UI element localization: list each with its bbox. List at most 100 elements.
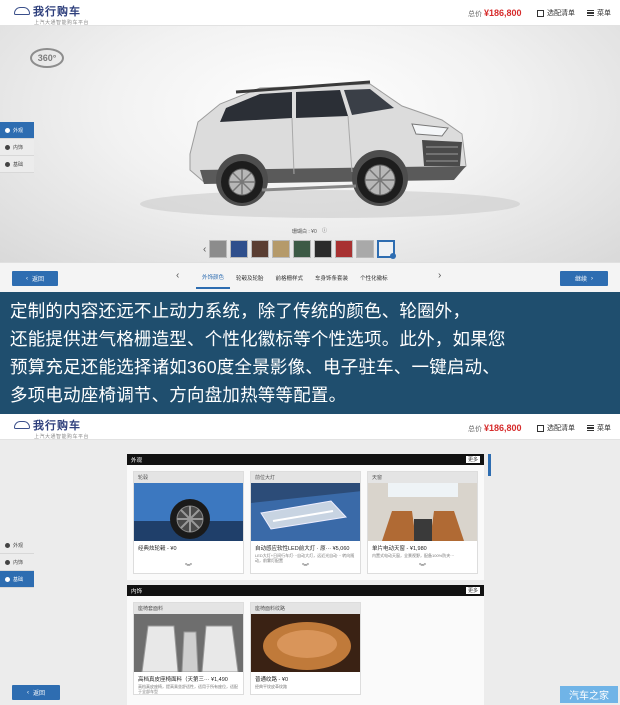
back-button[interactable]: ‹ 返回 xyxy=(12,685,60,700)
caption-line: 多项电动座椅调节、方向盘加热等等配置。 xyxy=(10,385,347,405)
config-list-link[interactable]: 选配清单 xyxy=(537,423,575,433)
color-swatch[interactable] xyxy=(209,240,228,258)
gear-icon xyxy=(5,161,10,167)
side-item-label: 外观 xyxy=(13,127,24,134)
side-item-interior[interactable]: 内饰 xyxy=(0,554,34,571)
menu-button[interactable]: 菜单 xyxy=(587,8,611,18)
color-swatch[interactable] xyxy=(356,240,375,258)
list-icon xyxy=(537,424,544,432)
color-swatch[interactable] xyxy=(230,240,249,258)
hamburger-icon xyxy=(587,425,594,431)
color-swatches: ‹ xyxy=(203,240,397,259)
bottom-bar: ‹ 返回 ‹ 外饰颜色 轮毂及轮胎 前格栅样式 车身饰条套装 个性化徽标 › 继… xyxy=(0,262,620,292)
viewer-side-menu: 外观 内饰 基础 xyxy=(0,122,34,173)
chevron-down-icon[interactable]: ︾ xyxy=(134,563,243,573)
options-page: 外观 内饰 基础 外观 更多 轮毂 经典炫轮毂 - ¥0 ︾ 前位大灯 自动感应… xyxy=(0,440,620,705)
chevron-left-icon: ‹ xyxy=(26,689,29,696)
tab-exterior-color[interactable]: 外饰颜色 xyxy=(196,267,231,289)
card-title: 座椅面料纹路 xyxy=(251,603,360,614)
side-item-exterior[interactable]: 外观 xyxy=(0,537,34,554)
swatch-prev-arrow[interactable]: ‹ xyxy=(203,244,206,255)
article-caption: 定制的内容还远不止动力系统，除了传统的颜色、轮圈外， 还能提供进气格栅造型、个性… xyxy=(0,292,620,414)
menu-label: 菜单 xyxy=(597,10,611,17)
color-swatch[interactable] xyxy=(293,240,312,258)
price-label: 总价 xyxy=(468,426,482,433)
chevron-down-icon[interactable]: ︾ xyxy=(251,563,360,573)
car-viewer[interactable]: 360° 外观 内饰 基础 珊瑚白: ¥0 ⓘ ‹ xyxy=(0,26,620,262)
brand-logo[interactable]: 我行购车 上汽大通智能购车平台 xyxy=(14,417,89,440)
brand-tagline: 上汽大通智能购车平台 xyxy=(34,434,90,440)
card-desc: 内置式电动天窗，全景视野，配备100%防夹··· xyxy=(372,553,455,558)
section-header: 外观 更多 xyxy=(127,454,484,465)
back-button[interactable]: ‹ 返回 xyxy=(12,271,58,286)
scrollbar[interactable] xyxy=(488,454,491,476)
caption-line: 预算充足还能选择诸如360度全景影像、电子驻车、一键启动、 xyxy=(10,357,500,377)
chevron-down-icon[interactable]: ︾ xyxy=(368,563,477,573)
seat-icon xyxy=(5,559,10,565)
info-icon[interactable]: ⓘ xyxy=(322,227,327,234)
brand-name: 我行购车 xyxy=(33,6,81,18)
side-item-exterior[interactable]: 外观 xyxy=(0,122,34,139)
price-value: ¥186,800 xyxy=(484,423,522,433)
brand-tagline: 上汽大通智能购车平台 xyxy=(34,20,90,26)
card-title: 座椅套面料 xyxy=(134,603,243,614)
option-card[interactable]: 轮毂 经典炫轮毂 - ¥0 ︾ xyxy=(133,471,244,574)
card-desc xyxy=(134,553,243,563)
side-item-label: 内饰 xyxy=(13,559,24,566)
option-card[interactable]: 座椅面料纹路 普通纹路 - ¥0 经典平纹皮革纹路 xyxy=(250,602,361,695)
card-desc: 高档真皮座椅，提高乘坐舒适性，适用于所有座位，适配于全部车型 xyxy=(138,684,238,694)
section-title: 外观 xyxy=(131,457,143,464)
options-side-menu: 外观 内饰 基础 xyxy=(0,537,34,588)
tab-badge[interactable]: 个性化徽标 xyxy=(354,267,394,289)
next-label: 继续 xyxy=(574,277,587,283)
price-label: 总价 xyxy=(468,11,482,18)
color-swatch[interactable] xyxy=(377,240,397,259)
exterior-section: 外观 更多 轮毂 经典炫轮毂 - ¥0 ︾ 前位大灯 自动感应软性LED前大灯 … xyxy=(127,454,484,580)
headlight-image xyxy=(251,483,360,541)
brand-logo[interactable]: 我行购车 上汽大通智能购车平台 xyxy=(14,3,89,26)
lower-header: 我行购车 上汽大通智能购车平台 总价 ¥186,800 选配清单 菜单 xyxy=(0,414,620,440)
option-card[interactable]: 前位大灯 自动感应软性LED前大灯 · 原··· ¥5,060 LED大灯+日间… xyxy=(250,471,361,574)
card-name: 经典炫轮毂 - ¥0 xyxy=(138,546,177,552)
card-name: 自动感应软性LED前大灯 · 原··· ¥5,060 xyxy=(255,546,350,552)
price-value: ¥186,800 xyxy=(484,8,522,18)
side-item-basic[interactable]: 基础 xyxy=(0,156,34,173)
side-item-label: 基础 xyxy=(13,161,24,168)
card-name: 单片电动天窗 - ¥1,980 xyxy=(372,546,427,552)
tab-wheels[interactable]: 轮毂及轮胎 xyxy=(230,267,270,289)
chevron-right-icon: › xyxy=(591,275,593,282)
side-item-interior[interactable]: 内饰 xyxy=(0,139,34,156)
tabs-prev-arrow[interactable]: ‹ xyxy=(176,270,179,281)
gear-icon xyxy=(5,576,10,582)
tab-body-trim[interactable]: 车身饰条套装 xyxy=(309,267,354,289)
tabs-next-arrow[interactable]: › xyxy=(438,270,441,281)
back-label: 返回 xyxy=(31,277,44,283)
chevron-left-icon: ‹ xyxy=(25,275,28,282)
card-title: 前位大灯 xyxy=(251,472,360,483)
section-title: 内饰 xyxy=(131,588,143,595)
section-header: 内饰 更多 xyxy=(127,585,484,596)
seats-image xyxy=(134,614,243,672)
caption-line: 定制的内容还远不止动力系统，除了传统的颜色、轮圈外， xyxy=(10,301,471,321)
option-card[interactable]: 座椅套面料 高档真皮座椅面料（天第三··· ¥1,490 高档真皮座椅，提高乘坐… xyxy=(133,602,244,695)
interior-section: 内饰 更多 座椅套面料 高档真皮座椅面料（天第三··· ¥1,490 高档真皮座… xyxy=(127,585,484,705)
side-item-basic[interactable]: 基础 xyxy=(0,571,34,588)
next-button[interactable]: 继续 › xyxy=(560,271,608,286)
color-swatch[interactable] xyxy=(335,240,354,258)
color-price-label: 珊瑚白 : ¥0 xyxy=(292,229,317,235)
more-button[interactable]: 更多 xyxy=(465,587,480,594)
list-icon xyxy=(537,9,544,17)
back-label: 返回 xyxy=(32,691,45,697)
color-swatch[interactable] xyxy=(272,240,291,258)
car-logo-icon xyxy=(14,421,30,429)
tab-grille[interactable]: 前格栅样式 xyxy=(270,267,310,289)
color-swatch[interactable] xyxy=(251,240,270,258)
car-icon xyxy=(5,542,10,548)
color-swatch[interactable] xyxy=(314,240,333,258)
menu-label: 菜单 xyxy=(597,425,611,432)
option-card[interactable]: 天窗 单片电动天窗 - ¥1,980 内置式电动天窗，全景视野，配备100%防夹… xyxy=(367,471,478,574)
more-button[interactable]: 更多 xyxy=(465,456,480,463)
config-list-link[interactable]: 选配清单 xyxy=(537,8,575,18)
menu-button[interactable]: 菜单 xyxy=(587,423,611,433)
swatch-row xyxy=(209,240,397,259)
